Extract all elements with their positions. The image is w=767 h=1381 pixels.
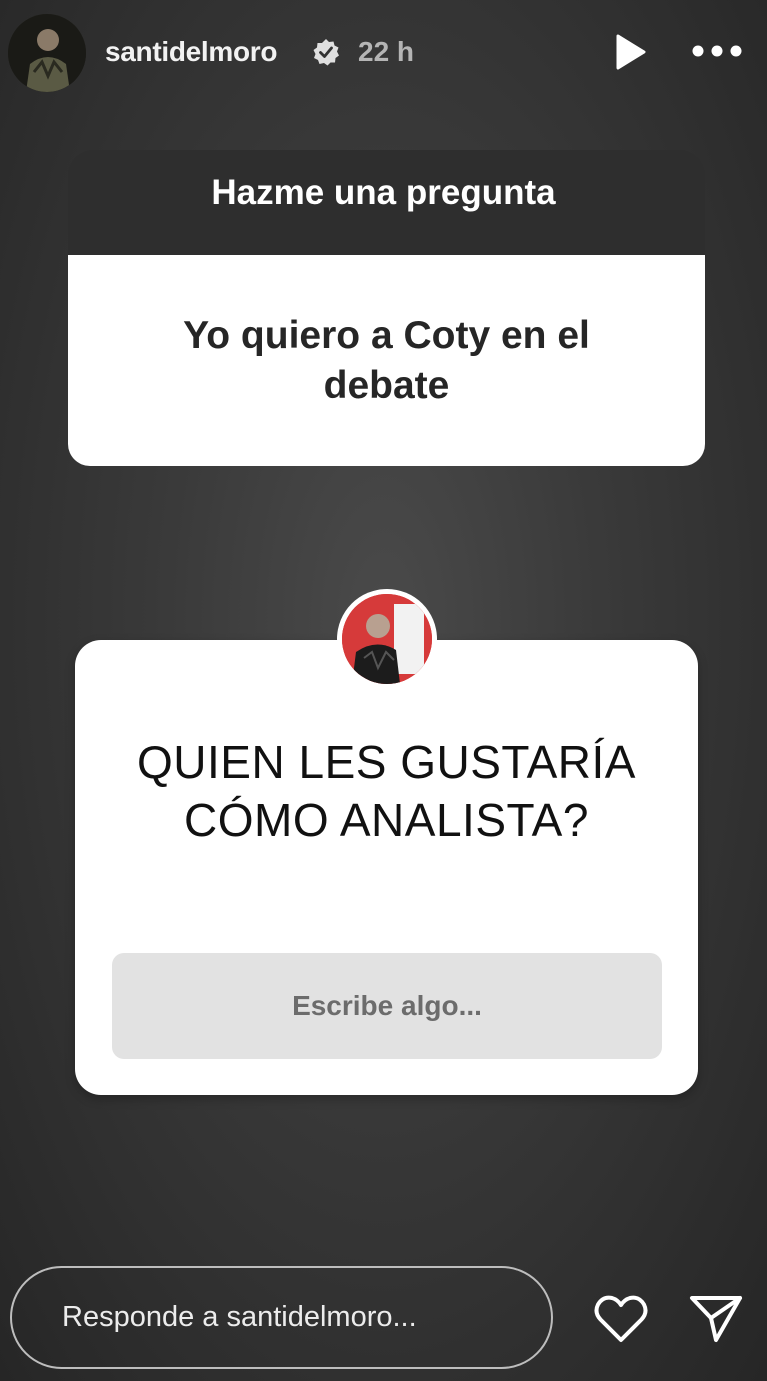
username[interactable]: santidelmoro — [105, 36, 278, 68]
heart-icon[interactable] — [592, 1292, 650, 1346]
post-time: 22 h — [358, 36, 415, 67]
play-icon[interactable] — [612, 32, 648, 72]
reply-input[interactable]: Responde a santidelmoro... — [10, 1266, 553, 1369]
question-sticker-answer-card: Yo quiero a Coty en el debate — [68, 255, 705, 466]
ask-question-text: QUIEN LES GUSTARÍA CÓMO ANALISTA? — [137, 736, 636, 846]
question-answer-text: Yo quiero a Coty en el debate — [183, 313, 590, 407]
question-sticker-title: Hazme una pregunta — [211, 173, 556, 212]
ask-answer-input[interactable]: Escribe algo... — [112, 953, 662, 1059]
verified-badge-icon — [313, 39, 339, 66]
more-horizontal-icon[interactable] — [690, 36, 744, 66]
send-icon[interactable] — [688, 1292, 744, 1346]
profile-avatar[interactable] — [8, 14, 86, 92]
ask-avatar-photo — [342, 594, 432, 684]
profile-photo — [8, 14, 86, 92]
ask-sticker-avatar — [337, 589, 437, 689]
story-header: santidelmoro 22 h — [0, 0, 767, 105]
